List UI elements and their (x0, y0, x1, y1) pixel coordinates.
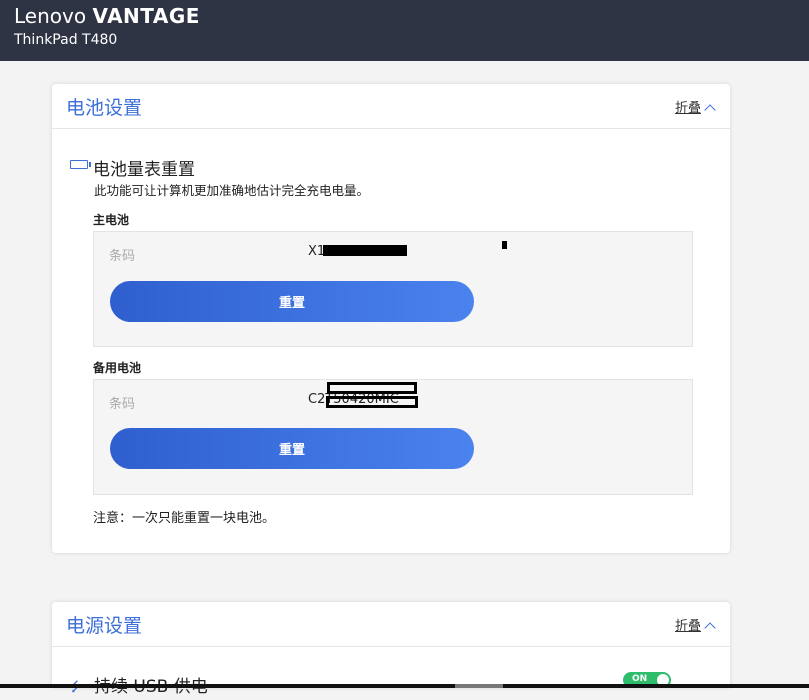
battery-settings-card: 电池设置 折叠 电池量表重置 此功能可让计算机更加准确地估计完全充电电量。 主电… (52, 84, 730, 553)
power-settings-title: 电源设置 (66, 615, 143, 637)
brand-vantage: VANTAGE (92, 4, 200, 28)
collapse-label: 折叠 (674, 101, 701, 116)
reset-primary-battery-button[interactable]: 重置 (110, 281, 474, 322)
battery-settings-title: 电池设置 (66, 97, 143, 119)
primary-battery-panel: 条码 X1XP0495435 重置 (93, 231, 693, 347)
battery-icon (70, 160, 91, 169)
redaction-mark (323, 245, 407, 256)
reset-secondary-battery-button[interactable]: 重置 (110, 428, 474, 469)
app-brand: Lenovo VANTAGE (14, 3, 200, 29)
power-settings-header: 电源设置 折叠 (52, 602, 730, 647)
battery-settings-header: 电池设置 折叠 (52, 84, 730, 129)
redaction-mark (327, 382, 417, 394)
collapse-label: 折叠 (674, 619, 701, 634)
chevron-up-icon (704, 104, 716, 116)
usb-icon: ⭍ (70, 678, 81, 700)
device-name: ThinkPad T480 (14, 32, 118, 48)
gauge-reset-description: 此功能可让计算机更加准确地估计完全充电电量。 (94, 183, 370, 198)
brand-lenovo: Lenovo (14, 4, 87, 28)
app-header: Lenovo VANTAGE ThinkPad T480 (0, 0, 809, 61)
secondary-battery-label: 备用电池 (93, 361, 142, 375)
toggle-state-label: ON (632, 674, 648, 684)
primary-battery-label: 主电池 (93, 213, 130, 227)
primary-barcode-label: 条码 (109, 249, 136, 264)
collapse-power-settings-button[interactable]: 折叠 (674, 615, 716, 634)
secondary-battery-panel: 条码 C2T50420MIC 重置 (93, 379, 693, 495)
horizontal-scrollbar[interactable] (0, 684, 809, 688)
reset-note: 注意：一次只能重置一块电池。 (93, 511, 276, 526)
secondary-barcode-label: 条码 (109, 397, 136, 412)
redaction-mark (326, 396, 418, 408)
chevron-up-icon (704, 622, 716, 634)
redaction-mark (502, 241, 507, 249)
collapse-battery-settings-button[interactable]: 折叠 (674, 97, 716, 116)
power-settings-card: 电源设置 折叠 ⭍ 持续 USB 供电 ON (52, 602, 730, 697)
gauge-reset-title: 电池量表重置 (93, 160, 195, 180)
scrollbar-thumb[interactable] (455, 684, 503, 688)
